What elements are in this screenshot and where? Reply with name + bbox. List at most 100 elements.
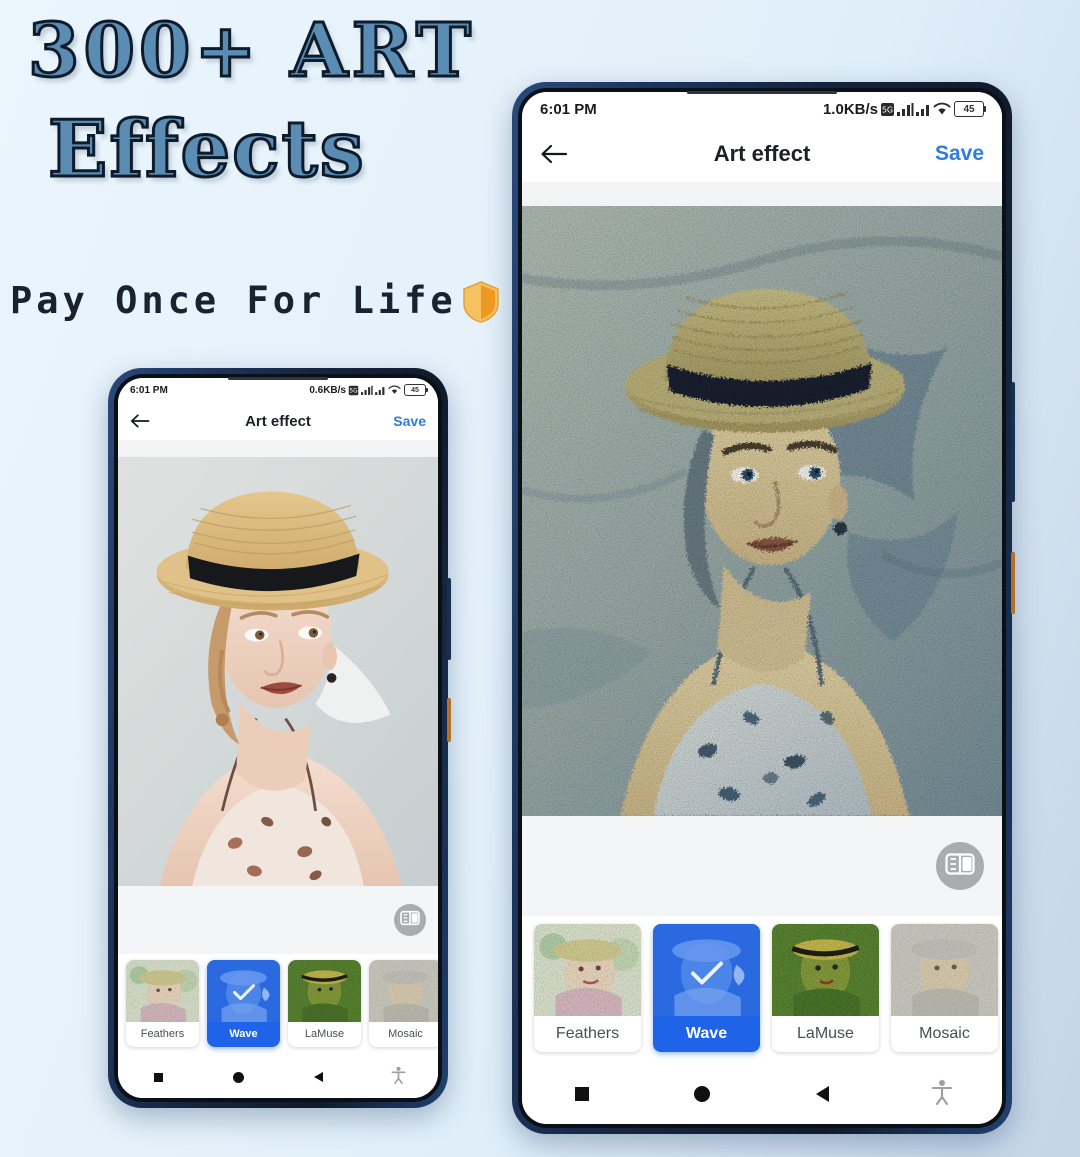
square-icon (575, 1087, 589, 1101)
system-nav-bar (522, 1064, 1002, 1124)
effect-card-mosaic[interactable]: Mosaic (891, 924, 998, 1052)
selected-check-icon (232, 983, 255, 1006)
back-arrow-icon[interactable] (130, 413, 150, 429)
phone-bezel: 6:01 PM 0.6KB/s 5G 45 Art effect Save Fe… (114, 374, 442, 1102)
signal-bars-icon (361, 385, 373, 395)
effect-card-lamuse[interactable]: LaMuse (772, 924, 879, 1052)
tool-row (522, 816, 1002, 916)
triangle-left-icon (815, 1086, 829, 1102)
effect-label: Feathers (555, 1025, 620, 1042)
effects-carousel[interactable]: Feathers Wave LaMuse Mosaic (522, 916, 1002, 1064)
shield-icon (461, 280, 501, 324)
status-indicators: 1.0KB/s 5G 45 (822, 100, 986, 118)
status-bar: 6:01 PM 1.0KB/s 5G 45 (522, 92, 1002, 126)
phone-bezel: 6:01 PM 1.0KB/s 5G 45 Art effect Save Fe… (518, 88, 1006, 1128)
wifi-icon (388, 385, 401, 395)
compare-split-icon (945, 852, 975, 881)
effect-card-wave[interactable]: Wave (653, 924, 760, 1052)
effect-thumbnail (653, 924, 760, 1016)
network-speed-label: 1.0KB/s (822, 100, 878, 118)
art-effect-preview-image (522, 206, 1002, 816)
photo-canvas[interactable] (522, 206, 1002, 816)
data-saver-icon: 5G (348, 385, 359, 396)
data-saver-icon: 5G (880, 102, 895, 117)
volume-button[interactable] (1011, 382, 1015, 502)
effect-thumbnail (534, 924, 641, 1016)
photo-canvas[interactable] (118, 457, 438, 886)
status-indicators: 0.6KB/s 5G 45 (309, 384, 428, 396)
effect-card-feathers[interactable]: Feathers (534, 924, 641, 1052)
power-button[interactable] (1011, 552, 1015, 614)
compare-split-icon (400, 910, 420, 931)
selected-check-icon (690, 960, 724, 991)
page-title: Art effect (713, 141, 811, 166)
effect-thumbnail (891, 924, 998, 1016)
compare-button[interactable] (394, 904, 426, 936)
phone-screen-small: 6:01 PM 0.6KB/s 5G 45 Art effect Save Fe… (118, 378, 438, 1098)
compare-button[interactable] (936, 842, 984, 890)
volume-button[interactable] (447, 578, 451, 660)
signal-bars-icon (375, 385, 386, 395)
svg-text:5G: 5G (349, 388, 358, 394)
accessibility-icon (931, 1079, 953, 1110)
effect-thumbnail (126, 960, 199, 1022)
effect-label: Wave (685, 1025, 728, 1042)
nav-home-button[interactable] (642, 1086, 762, 1102)
nav-accessibility-button[interactable] (358, 1066, 438, 1089)
nav-back-button[interactable] (762, 1086, 882, 1102)
back-arrow-icon[interactable] (540, 143, 568, 165)
effect-card-wave[interactable]: Wave (207, 960, 280, 1047)
effect-label: LaMuse (304, 1028, 345, 1040)
promo-headline-line1: 300+ ART (27, 7, 475, 96)
circle-icon (232, 1071, 244, 1083)
wifi-icon (933, 102, 951, 116)
save-button[interactable]: Save (393, 413, 426, 429)
original-photo-preview (118, 457, 438, 886)
effect-thumbnail (207, 960, 280, 1022)
effect-card-mosaic[interactable]: Mosaic (369, 960, 438, 1047)
battery-indicator: 45 (404, 384, 428, 396)
power-button[interactable] (447, 698, 451, 742)
phone-screen-large: 6:01 PM 1.0KB/s 5G 45 Art effect Save Fe… (522, 92, 1002, 1124)
promo-tagline: Pay Once For Life (10, 278, 501, 324)
effect-thumbnail (288, 960, 361, 1022)
battery-level-label: 45 (411, 386, 419, 394)
status-time: 6:01 PM (130, 384, 168, 396)
promo-headline-line2: Effects (47, 103, 366, 197)
effects-carousel[interactable]: Feathers Wave LaMuse Mosaic (118, 954, 438, 1056)
signal-bars-icon (916, 102, 931, 116)
save-button[interactable]: Save (935, 142, 984, 166)
system-nav-bar (118, 1056, 438, 1098)
nav-back-button[interactable] (278, 1072, 358, 1082)
effect-label: Mosaic (388, 1028, 423, 1040)
effect-thumbnail (369, 960, 438, 1022)
effect-label: LaMuse (797, 1025, 854, 1042)
network-speed-label: 0.6KB/s (309, 384, 346, 396)
triangle-left-icon (313, 1072, 323, 1082)
app-bar: Art effect Save (522, 126, 1002, 182)
accessibility-icon (391, 1066, 406, 1089)
circle-icon (694, 1086, 710, 1102)
nav-recents-button[interactable] (522, 1087, 642, 1101)
effect-label: Feathers (140, 1028, 185, 1040)
app-bar-divider (522, 182, 1002, 206)
effect-thumbnail (772, 924, 879, 1016)
phone-device-large: 6:01 PM 1.0KB/s 5G 45 Art effect Save Fe… (512, 82, 1015, 1134)
status-time: 6:01 PM (540, 100, 597, 118)
signal-bars-icon (897, 102, 914, 116)
battery-indicator: 45 (954, 101, 986, 117)
tool-row (118, 886, 438, 954)
nav-accessibility-button[interactable] (882, 1079, 1002, 1110)
battery-level-label: 45 (963, 103, 975, 115)
promo-headline-block: 300+ ART Effects Pay Once For Life (0, 0, 520, 340)
nav-home-button[interactable] (198, 1071, 278, 1083)
effect-label: Wave (229, 1028, 258, 1040)
earpiece-speaker (228, 377, 328, 380)
effect-card-lamuse[interactable]: LaMuse (288, 960, 361, 1047)
nav-recents-button[interactable] (118, 1072, 198, 1082)
promo-tagline-text: Pay Once For Life (10, 278, 457, 322)
svg-text:5G: 5G (882, 105, 893, 114)
effect-label: Mosaic (919, 1025, 970, 1042)
phone-device-small: 6:01 PM 0.6KB/s 5G 45 Art effect Save Fe… (108, 368, 451, 1108)
effect-card-feathers[interactable]: Feathers (126, 960, 199, 1047)
